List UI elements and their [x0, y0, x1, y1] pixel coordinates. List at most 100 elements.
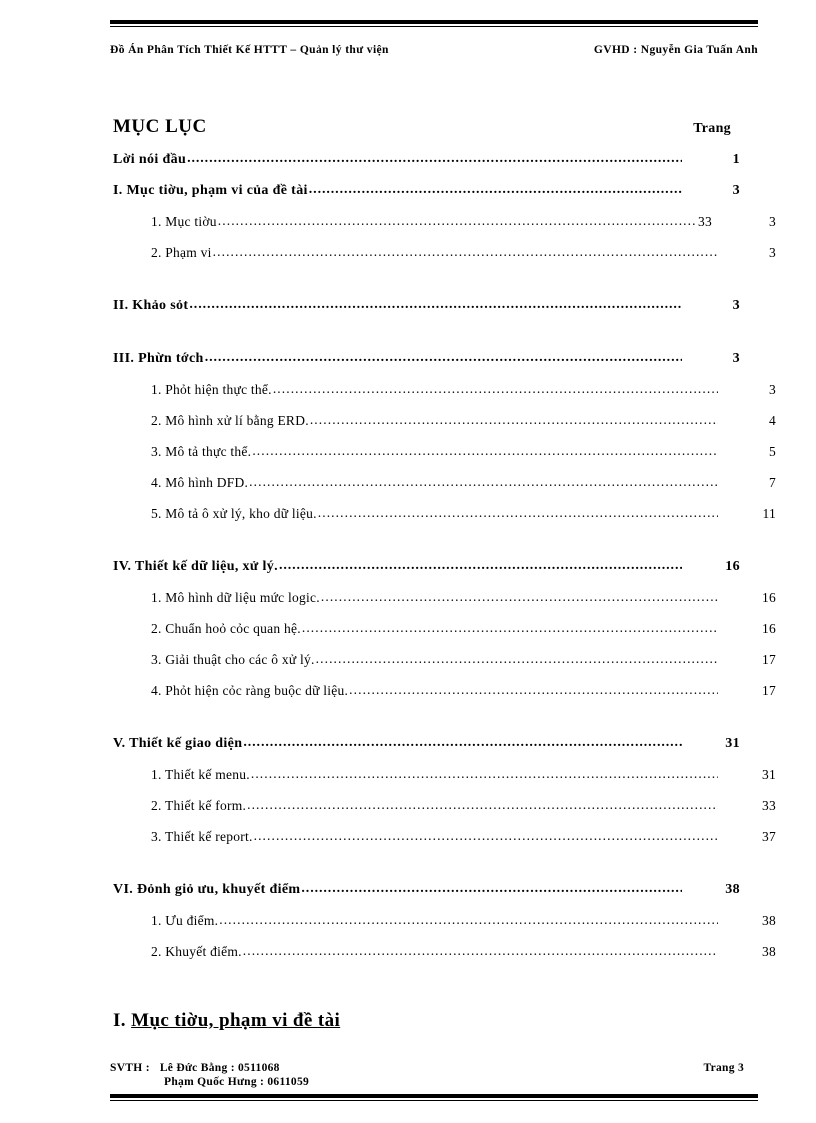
footer-student-1: Lê Đức Bằng : 0511068 [159, 1062, 280, 1074]
header-advisor: GVHD : Nguyễn Gia Tuấn Anh [593, 44, 758, 56]
toc-entry[interactable]: VI. Đỏnh giỏ ưu, khuyết điểm 38 [113, 882, 758, 913]
toc-entry[interactable]: 1. Thiết kế menu. 31 [113, 767, 796, 798]
toc-entry[interactable]: 3. Mô tả thực thể. 5 [113, 444, 796, 475]
toc-entry-label: 2. Chuẩn hoỏ cỏc quan hệ. [151, 621, 301, 636]
toc-dot-leader [219, 912, 718, 928]
toc-entry[interactable]: 2. Khuyết điểm. 38 [113, 944, 796, 975]
toc-entry-label: 1. Mục tiờu [151, 214, 217, 229]
toc-dot-leader [247, 797, 718, 813]
toc-spacer [113, 537, 758, 559]
toc-entry-label: 2. Mô hình xử lí bằng ERD. [151, 413, 309, 428]
toc-entry-label: 2. Phạm vi [151, 245, 212, 260]
toc-entry-label: III. Phừn tớch [113, 351, 204, 366]
toc-dot-leader [321, 589, 718, 605]
toc-dot-leader [252, 443, 718, 459]
toc-dot-leader [316, 651, 718, 667]
footer-rule [110, 1094, 758, 1101]
toc-entry[interactable]: 2. Thiết kế form. 33 [113, 798, 796, 829]
toc-entry-page: 31 [762, 767, 776, 782]
toc-entry-page: 17 [762, 683, 776, 698]
toc-dot-leader [189, 297, 682, 313]
toc-entry-page: 33 [762, 798, 776, 813]
toc-entry[interactable]: 1. Mô hình dữ liệu mức logic. 16 [113, 590, 796, 621]
toc-entry-label: 3. Giải thuật cho các ô xử lý. [151, 652, 315, 667]
footer-page-number: Trang 3 [703, 1062, 744, 1074]
toc-entry-page: 37 [762, 829, 776, 844]
header-rule [110, 20, 758, 27]
toc-spacer [113, 714, 758, 736]
toc-entry-label: 3. Mô tả thực thể. [151, 444, 252, 459]
toc-entry[interactable]: 2. Mô hình xử lí bằng ERD. 4 [113, 413, 796, 444]
toc-entry[interactable]: 4. Mô hình DFD. 7 [113, 475, 796, 506]
toc-entry-label: 4. Phỏt hiện cỏc ràng buộc dữ liệu. [151, 683, 349, 698]
toc-entry[interactable]: 3. Thiết kế report. 37 [113, 829, 796, 860]
toc-entry-page: 16 [725, 559, 740, 574]
toc-entry-page: 5 [769, 444, 776, 459]
toc-entry[interactable]: II. Khảo sỏt 3 [113, 298, 758, 329]
toc-entry-page: 7 [769, 475, 776, 490]
toc-dot-leader [243, 735, 682, 751]
toc-entry-stray-number: 33 [698, 214, 712, 229]
toc-entry-label: Lời nói đầu [113, 152, 187, 167]
toc-entry-page: 3 [769, 245, 776, 260]
toc-dot-leader [301, 881, 682, 897]
toc-entry-label: IV. Thiết kế dữ liệu, xử lý. [113, 559, 278, 574]
toc-entry[interactable]: 1. Ưu điểm. 38 [113, 913, 796, 944]
toc-entry-page: 16 [762, 621, 776, 636]
running-header: Đồ Án Phân Tích Thiết Kế HTTT – Quản lý … [110, 44, 758, 56]
toc-dot-leader [302, 620, 718, 636]
footer-rule-thick [110, 1094, 758, 1098]
toc-entry[interactable]: 2. Chuẩn hoỏ cỏc quan hệ. 16 [113, 621, 796, 652]
toc-entry[interactable]: 3. Giải thuật cho các ô xử lý. 17 [113, 652, 796, 683]
toc-dot-leader [273, 381, 718, 397]
toc-entry[interactable]: V. Thiết kế giao diện 31 [113, 736, 758, 767]
toc-entry[interactable]: IV. Thiết kế dữ liệu, xử lý. 16 [113, 559, 758, 590]
header-document-title: Đồ Án Phân Tích Thiết Kế HTTT – Quản lý … [110, 44, 389, 56]
toc-entry-label: VI. Đỏnh giỏ ưu, khuyết điểm [113, 882, 301, 897]
toc-dot-leader [249, 474, 718, 490]
toc-entry-page: 38 [725, 882, 740, 897]
toc-entry[interactable]: 2. Phạm vi 3 [113, 245, 796, 276]
toc-entry[interactable]: III. Phừn tớch 3 [113, 351, 758, 382]
toc-dot-leader [310, 412, 718, 428]
toc-entry-label: 4. Mô hình DFD. [151, 475, 249, 490]
toc-entry-page: 16 [762, 590, 776, 605]
toc-entry-label: 5. Mô tả ô xử lý, kho dữ liệu. [151, 506, 317, 521]
toc-entry[interactable]: 5. Mô tả ô xử lý, kho dữ liệu. 11 [113, 506, 796, 537]
toc-entry-label: V. Thiết kế giao diện [113, 736, 243, 751]
toc-entry-page: 11 [762, 506, 776, 521]
toc-entry[interactable]: 4. Phỏt hiện cỏc ràng buộc dữ liệu. 17 [113, 683, 796, 714]
header-rule-thin [110, 26, 758, 27]
toc-dot-leader [187, 151, 682, 167]
toc-entry[interactable]: 1. Mục tiờu333 [113, 214, 796, 245]
toc-entry-page: 3 [732, 298, 740, 313]
toc-dot-leader [309, 182, 682, 198]
page-footer: SVTH : Lê Đức Bằng : 0511068 Trang 3 Phạm… [110, 1062, 758, 1088]
toc-entry-label: I. Mục tiờu, phạm vi của đề tài [113, 183, 308, 198]
footer-svth-label: SVTH : [110, 1062, 150, 1074]
toc-page-column-header: Trang [693, 121, 731, 136]
footer-student-line-1: SVTH : Lê Đức Bằng : 0511068 [110, 1062, 280, 1074]
toc-entry-page: 17 [762, 652, 776, 667]
page-title: MỤC LỤC [113, 116, 207, 137]
toc-dot-leader [251, 766, 718, 782]
toc-entry-label: 2. Khuyết điểm. [151, 944, 242, 959]
toc-heading-row: MỤC LỤC Trang [113, 116, 753, 138]
toc-dot-leader [218, 213, 696, 229]
toc-entry-label: 2. Thiết kế form. [151, 798, 247, 813]
toc-entry-label: 1. Thiết kế menu. [151, 767, 250, 782]
header-rule-thick [110, 20, 758, 24]
section-heading-number: I. [113, 1010, 132, 1031]
toc-dot-leader [205, 350, 682, 366]
toc-dot-leader [254, 828, 718, 844]
toc-entry[interactable]: I. Mục tiờu, phạm vi của đề tài 3 [113, 183, 758, 214]
toc-entry-label: 1. Phỏt hiện thực thể. [151, 382, 272, 397]
document-page: Đồ Án Phân Tích Thiết Kế HTTT – Quản lý … [0, 0, 816, 1123]
footer-top-row: SVTH : Lê Đức Bằng : 0511068 Trang 3 [110, 1062, 758, 1074]
toc-entry-page: 38 [762, 944, 776, 959]
toc-spacer [113, 860, 758, 882]
toc-dot-leader [213, 244, 718, 260]
toc-entry[interactable]: Lời nói đầu 1 [113, 152, 758, 183]
toc-entry[interactable]: 1. Phỏt hiện thực thể. 3 [113, 382, 796, 413]
toc-dot-leader [243, 943, 718, 959]
